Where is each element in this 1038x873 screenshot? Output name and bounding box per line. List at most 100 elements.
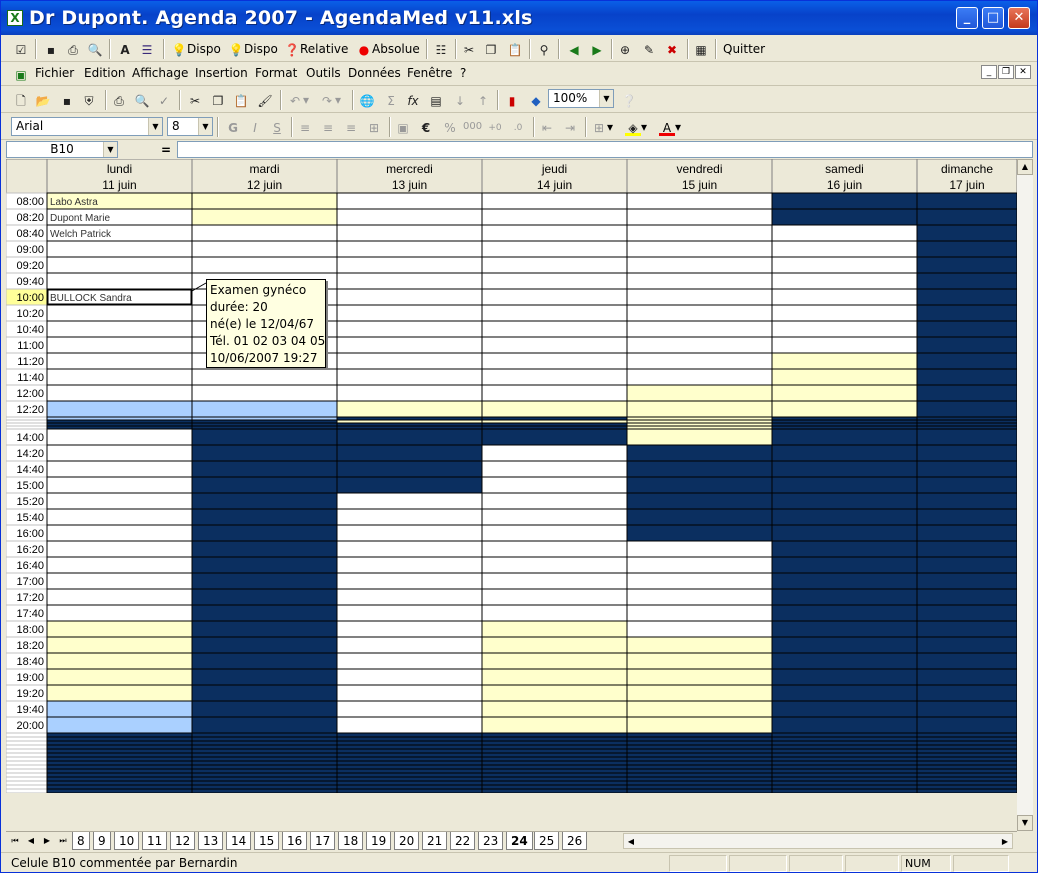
sheet-tab[interactable]: 9 — [93, 832, 111, 850]
schedule-cell[interactable] — [481, 748, 628, 754]
schedule-cell[interactable] — [916, 444, 1017, 462]
schedule-cell[interactable] — [336, 752, 483, 758]
schedule-cell[interactable] — [626, 336, 773, 354]
schedule-cell[interactable] — [336, 588, 483, 606]
schedule-cell[interactable] — [46, 524, 193, 542]
sheet-tab[interactable]: 16 — [282, 832, 308, 850]
schedule-cell[interactable] — [771, 508, 918, 526]
schedule-cell[interactable] — [771, 620, 918, 638]
schedule-cell[interactable] — [191, 524, 338, 542]
schedule-cell[interactable] — [191, 748, 338, 754]
schedule-cell[interactable] — [336, 652, 483, 670]
schedule-cell[interactable] — [626, 652, 773, 670]
schedule-cell[interactable] — [46, 652, 193, 670]
schedule-cell[interactable] — [336, 492, 483, 510]
align-right-icon[interactable]: ≡ — [343, 117, 359, 137]
sort-desc-icon[interactable]: ↑ — [475, 90, 491, 110]
schedule-cell[interactable] — [626, 748, 773, 754]
schedule-cell[interactable] — [626, 368, 773, 386]
schedule-cell[interactable] — [191, 768, 338, 774]
zoom-in-icon[interactable]: ⊕ — [617, 39, 633, 59]
cut-icon[interactable]: ✂ — [461, 39, 477, 59]
arrow-left-icon[interactable]: ◀ — [566, 39, 582, 59]
schedule-cell[interactable] — [481, 336, 628, 354]
drawing-icon[interactable]: ◆ — [528, 90, 544, 110]
schedule-cell[interactable] — [481, 604, 628, 622]
schedule-cell[interactable] — [481, 620, 628, 638]
schedule-cell[interactable] — [46, 256, 193, 274]
schedule-cell[interactable] — [336, 700, 483, 718]
format-painter-icon[interactable]: 🖌 — [257, 90, 273, 110]
schedule-cell[interactable] — [481, 756, 628, 762]
schedule-cell[interactable] — [191, 760, 338, 766]
menu-format[interactable]: Format — [255, 66, 297, 80]
time-cell[interactable] — [6, 776, 48, 782]
schedule-cell[interactable] — [916, 740, 1017, 746]
help-icon[interactable]: ❔ — [621, 90, 637, 110]
schedule-cell[interactable] — [916, 716, 1017, 734]
schedule-cell[interactable] — [916, 684, 1017, 702]
schedule-cell[interactable] — [481, 192, 628, 210]
schedule-cell[interactable] — [771, 336, 918, 354]
schedule-cell[interactable] — [771, 780, 918, 786]
hyperlink-icon[interactable]: 🌐 — [359, 90, 375, 110]
schedule-cell[interactable] — [191, 428, 338, 446]
next-sheet-icon[interactable]: ▶ — [40, 833, 54, 849]
menu-fichier[interactable]: Fichier — [35, 66, 74, 80]
schedule-cell[interactable] — [771, 772, 918, 778]
schedule-cell[interactable] — [481, 444, 628, 462]
schedule-cell[interactable] — [336, 400, 483, 418]
schedule-cell[interactable] — [481, 772, 628, 778]
schedule-cell[interactable] — [46, 240, 193, 258]
redo-icon[interactable]: ↷ ▾ — [319, 90, 341, 110]
schedule-cell[interactable] — [481, 752, 628, 758]
schedule-cell[interactable] — [191, 784, 338, 790]
bold-icon[interactable]: G — [225, 117, 241, 137]
schedule-cell[interactable] — [46, 740, 193, 746]
schedule-cell[interactable] — [626, 740, 773, 746]
schedule-cell[interactable] — [771, 776, 918, 782]
schedule-cell[interactable] — [771, 736, 918, 742]
schedule-cell[interactable] — [46, 784, 193, 790]
schedule-cell[interactable] — [336, 288, 483, 306]
schedule-cell[interactable] — [191, 684, 338, 702]
schedule-cell[interactable] — [46, 428, 193, 446]
scroll-up-icon[interactable]: ▲ — [1017, 159, 1033, 175]
menu-edition[interactable]: Edition — [84, 66, 126, 80]
outdent-icon[interactable]: ⇤ — [539, 117, 555, 137]
schedule-cell[interactable] — [481, 304, 628, 322]
schedule-cell[interactable] — [481, 460, 628, 478]
zoom-select[interactable]: 100% ▼ — [548, 89, 614, 108]
workbook-icon[interactable]: ▣ — [13, 64, 29, 84]
schedule-cell[interactable] — [771, 444, 918, 462]
schedule-cell[interactable] — [191, 208, 338, 226]
schedule-cell[interactable] — [771, 240, 918, 258]
calculator-icon[interactable]: ▤ — [428, 90, 444, 110]
schedule-cell[interactable] — [916, 604, 1017, 622]
schedule-cell[interactable] — [336, 428, 483, 446]
schedule-cell[interactable] — [626, 768, 773, 774]
schedule-cell[interactable] — [626, 780, 773, 786]
time-cell[interactable] — [6, 744, 48, 750]
undo-icon[interactable]: ↶ ▾ — [287, 90, 309, 110]
schedule-cell[interactable] — [46, 460, 193, 478]
schedule-cell[interactable] — [626, 764, 773, 770]
schedule-cell[interactable] — [46, 588, 193, 606]
schedule-cell[interactable] — [916, 540, 1017, 558]
percent-icon[interactable]: % — [442, 117, 458, 137]
schedule-cell[interactable] — [46, 780, 193, 786]
schedule-cell[interactable] — [626, 744, 773, 750]
relative-button[interactable]: ❓Relative — [284, 39, 349, 59]
schedule-cell[interactable] — [336, 788, 483, 794]
schedule-cell[interactable] — [336, 508, 483, 526]
schedule-cell[interactable] — [481, 272, 628, 290]
align-left-icon[interactable]: ≡ — [297, 117, 313, 137]
schedule-cell[interactable] — [191, 460, 338, 478]
horizontal-scrollbar[interactable]: ◀ ▶ — [623, 833, 1013, 849]
schedule-cell[interactable] — [336, 304, 483, 322]
schedule-cell[interactable] — [481, 744, 628, 750]
schedule-cell[interactable] — [626, 460, 773, 478]
schedule-cell[interactable] — [336, 684, 483, 702]
sheet-tab[interactable]: 17 — [310, 832, 336, 850]
align-center-icon[interactable]: ≡ — [320, 117, 336, 137]
